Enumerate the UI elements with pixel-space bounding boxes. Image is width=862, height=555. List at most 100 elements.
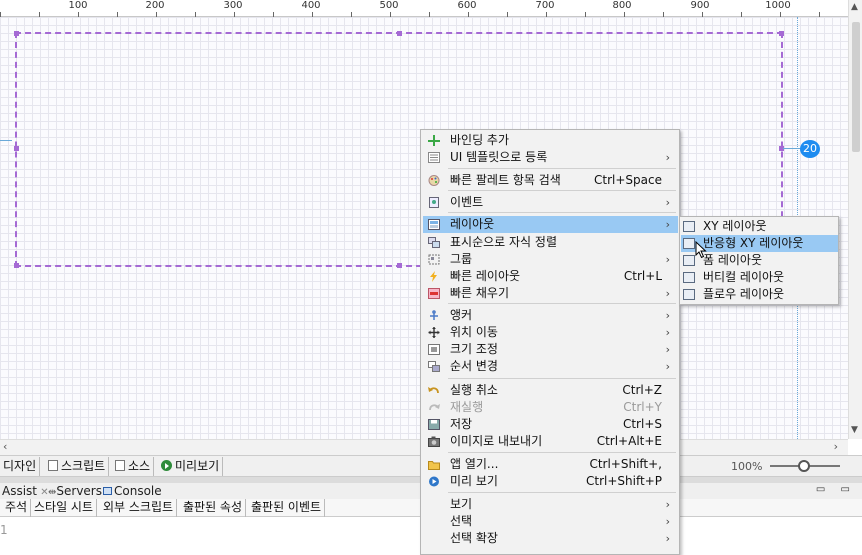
menu-item-label: 앱 열기... bbox=[450, 457, 499, 471]
menu-item-label: 앵커 bbox=[450, 308, 473, 322]
submenu-item-label: 버티컬 레이아웃 bbox=[703, 270, 785, 284]
layout-icon bbox=[428, 219, 440, 230]
left-spacing-line bbox=[0, 140, 12, 141]
menu-item[interactable]: 그룹 › bbox=[423, 251, 678, 268]
menu-item-shortcut: Ctrl+Y bbox=[623, 400, 662, 414]
tab-source-label: 소스 bbox=[128, 459, 151, 473]
chevron-right-icon: › bbox=[665, 326, 670, 339]
menu-item[interactable]: 보기 › bbox=[423, 496, 678, 513]
tab-source[interactable]: 소스 bbox=[112, 457, 155, 476]
flow-layout-icon bbox=[683, 289, 695, 300]
close-icon[interactable]: ✕ bbox=[37, 487, 48, 498]
ruler-tick-label: 200 bbox=[145, 0, 165, 11]
menu-item-shortcut: Ctrl+S bbox=[622, 417, 662, 431]
vertical-scrollbar[interactable]: ▲ ▼ bbox=[848, 0, 862, 439]
ruler-tick-label: 500 bbox=[379, 0, 399, 11]
menu-item-label: 이벤트 bbox=[450, 195, 484, 209]
tab-published-properties-label: 출판된 속성 bbox=[183, 500, 243, 514]
zoom-slider[interactable] bbox=[770, 460, 840, 472]
menu-item-label: UI 템플릿으로 등록 bbox=[450, 150, 548, 164]
resize-handle-bottom[interactable] bbox=[397, 263, 402, 268]
scroll-down-icon[interactable]: ▼ bbox=[851, 425, 858, 435]
menu-item-label: 그룹 bbox=[450, 252, 473, 266]
tab-stylesheet-label: 스타일 시트 bbox=[34, 500, 94, 514]
menu-item-label: 보기 bbox=[450, 497, 473, 511]
menu-item[interactable]: 앱 열기... Ctrl+Shift+, bbox=[423, 456, 678, 473]
scroll-thumb[interactable] bbox=[852, 22, 860, 152]
menu-item[interactable]: 표시순으로 자식 정렬 bbox=[423, 234, 678, 251]
chevron-right-icon: › bbox=[665, 253, 670, 266]
ruler-tick-label: 400 bbox=[301, 0, 321, 11]
menu-item[interactable]: 바인딩 추가 bbox=[423, 132, 678, 149]
menu-item-label: 빠른 팔레트 항목 검색 bbox=[450, 173, 561, 187]
submenu-item[interactable]: 플로우 레이아웃 bbox=[681, 286, 838, 303]
context-menu: 바인딩 추가 UI 템플릿으로 등록 › 빠른 팔레트 항목 검색 Ctrl+Space… bbox=[420, 129, 680, 555]
menu-item[interactable]: 이벤트 › bbox=[423, 194, 678, 211]
tab-console[interactable]: Console bbox=[103, 483, 162, 499]
menu-item[interactable]: 크기 조정 › bbox=[423, 341, 678, 358]
chevron-right-icon: › bbox=[665, 343, 670, 356]
tab-published-properties[interactable]: 출판된 속성 bbox=[180, 499, 247, 517]
scroll-up-icon[interactable]: ▲ bbox=[851, 2, 858, 12]
tab-preview-label: 미리보기 bbox=[175, 459, 220, 473]
menu-item-label: 선택 bbox=[450, 514, 473, 528]
menu-item[interactable]: 실행 취소 Ctrl+Z bbox=[423, 382, 678, 399]
template-icon bbox=[428, 152, 440, 163]
scroll-left-icon[interactable]: ‹ bbox=[3, 440, 7, 453]
panel-window-buttons[interactable]: ▭ ▭ bbox=[816, 484, 856, 495]
menu-item[interactable]: 선택 › bbox=[423, 513, 678, 530]
undo-icon bbox=[428, 387, 439, 394]
chevron-right-icon: › bbox=[665, 532, 670, 545]
menu-item-shortcut: Ctrl+Alt+E bbox=[596, 434, 662, 448]
menu-item[interactable]: 저장 Ctrl+S bbox=[423, 416, 678, 433]
order-icon bbox=[428, 361, 440, 372]
responsive-xy-layout-icon bbox=[683, 238, 695, 249]
menu-item[interactable]: 빠른 레이아웃 Ctrl+L bbox=[423, 268, 678, 285]
menu-item[interactable]: UI 템플릿으로 등록 › bbox=[423, 149, 678, 166]
tab-external-script[interactable]: 외부 스크립트 bbox=[100, 499, 178, 517]
menu-item[interactable]: 순서 변경 › bbox=[423, 358, 678, 375]
menu-item[interactable]: 이미지로 내보내기 Ctrl+Alt+E bbox=[423, 433, 678, 450]
save-icon bbox=[428, 419, 440, 430]
menu-item[interactable]: 빠른 채우기 › bbox=[423, 285, 678, 302]
menu-item-label: 레이아웃 bbox=[450, 217, 495, 231]
resize-handle-left[interactable] bbox=[14, 146, 19, 151]
menu-item[interactable]: 빠른 팔레트 항목 검색 Ctrl+Space bbox=[423, 172, 678, 189]
menu-item[interactable]: 앵커 › bbox=[423, 307, 678, 324]
ruler-tick-label: 800 bbox=[612, 0, 632, 11]
menu-item[interactable]: 레이아웃 › bbox=[423, 216, 678, 233]
ruler-tick-label: 900 bbox=[690, 0, 710, 11]
console-icon bbox=[103, 487, 112, 495]
submenu-item-label: 반응형 XY 레이아웃 bbox=[703, 236, 804, 250]
ruler-tick-label: 600 bbox=[457, 0, 477, 11]
menu-separator bbox=[448, 212, 676, 213]
resize-handle-top-left[interactable] bbox=[14, 31, 19, 36]
menu-item[interactable]: 미리 보기 Ctrl+Shift+P bbox=[423, 473, 678, 490]
resize-handle-top-right[interactable] bbox=[779, 31, 784, 36]
line-number: 1 bbox=[0, 523, 8, 537]
tab-comment[interactable]: 주석 bbox=[2, 499, 32, 517]
plus-icon bbox=[428, 135, 440, 146]
menu-item: 재실행 Ctrl+Y bbox=[423, 399, 678, 416]
resize-handle-top[interactable] bbox=[397, 31, 402, 36]
tab-published-events[interactable]: 출판된 이벤트 bbox=[248, 499, 326, 517]
menu-item-label: 저장 bbox=[450, 417, 473, 431]
menu-item-label: 실행 취소 bbox=[450, 383, 498, 397]
group-icon bbox=[428, 254, 440, 265]
menu-item[interactable]: 위치 이동 › bbox=[423, 324, 678, 341]
menu-separator bbox=[448, 303, 676, 304]
resize-handle-bottom-left[interactable] bbox=[14, 263, 19, 268]
scroll-right-icon[interactable]: › bbox=[834, 440, 838, 453]
tab-stylesheet[interactable]: 스타일 시트 bbox=[31, 499, 98, 517]
menu-item-shortcut: Ctrl+Shift+P bbox=[586, 474, 662, 488]
submenu-item[interactable]: XY 레이아웃 bbox=[681, 218, 838, 235]
tab-assist-label: Assist bbox=[2, 484, 38, 498]
preview-icon bbox=[429, 476, 439, 487]
tab-script[interactable]: 스크립트 bbox=[45, 457, 110, 476]
tab-design[interactable]: 디자인 bbox=[0, 457, 41, 476]
submenu-item[interactable]: 버티컬 레이아웃 bbox=[681, 269, 838, 286]
resize-icon bbox=[428, 344, 440, 355]
tab-preview[interactable]: 미리보기 bbox=[158, 457, 224, 476]
zoom-slider-knob[interactable] bbox=[798, 460, 810, 472]
menu-item[interactable]: 선택 확장 › bbox=[423, 530, 678, 547]
